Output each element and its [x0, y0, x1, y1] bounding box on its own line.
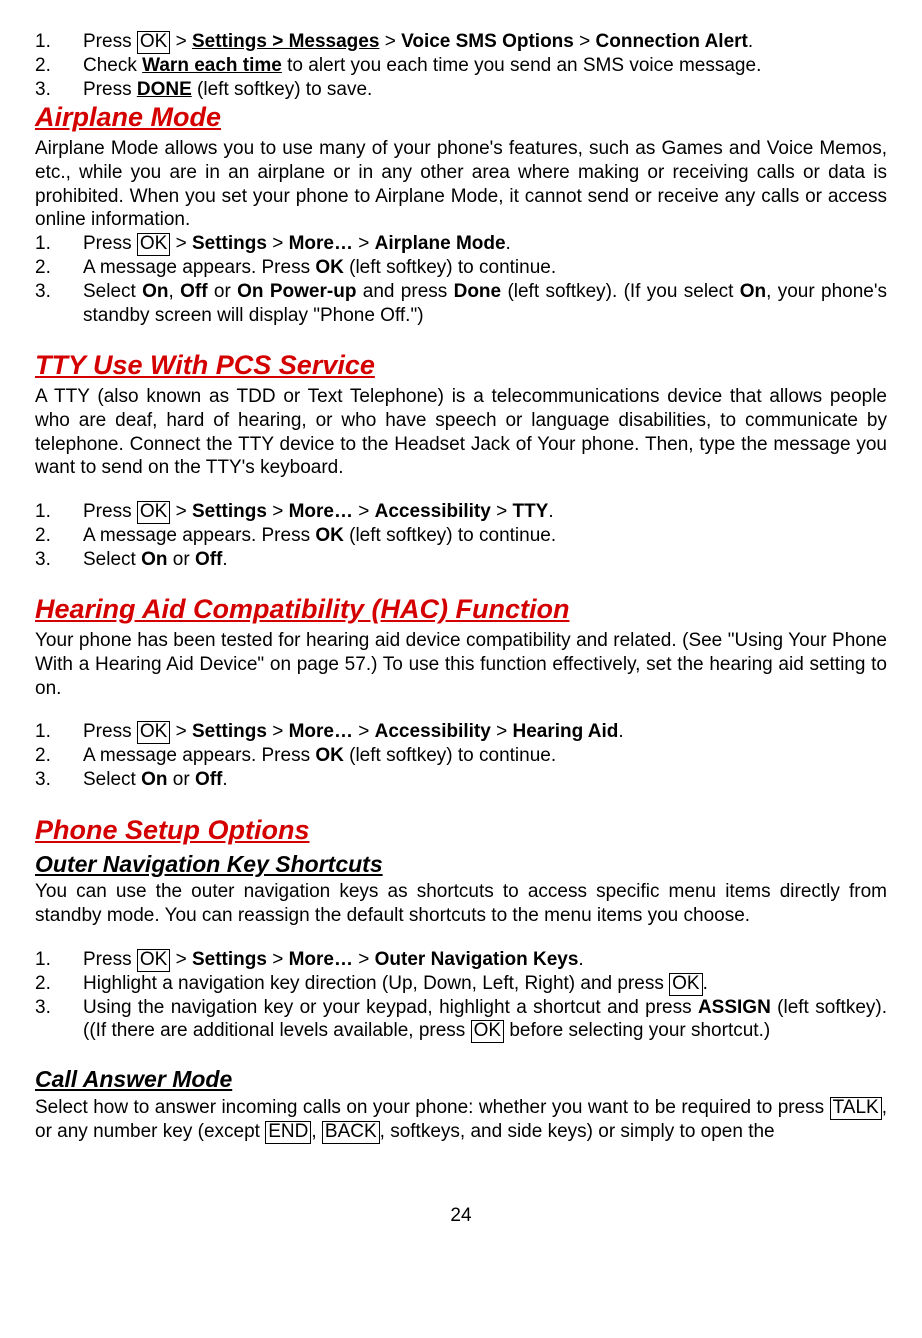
outer-nav-steps: Press OK > Settings > More… > Outer Navi… [35, 948, 887, 1043]
list-item: Select On, Off or On Power-up and press … [35, 280, 887, 328]
airplane-mode-para: Airplane Mode allows you to use many of … [35, 137, 887, 232]
list-item: A message appears. Press OK (left softke… [35, 256, 887, 280]
hac-para: Your phone has been tested for hearing a… [35, 629, 887, 700]
list-item: Highlight a navigation key direction (Up… [35, 972, 887, 996]
phone-setup-heading: Phone Setup Options [35, 814, 887, 848]
call-answer-subheading: Call Answer Mode [35, 1065, 887, 1094]
ok-key: OK [669, 973, 702, 996]
tty-steps: Press OK > Settings > More… > Accessibil… [35, 500, 887, 571]
list-item: Press OK > Settings > More… > Accessibil… [35, 720, 887, 744]
ok-key: OK [137, 721, 170, 744]
hac-heading: Hearing Aid Compatibility (HAC) Function [35, 593, 887, 627]
hac-steps: Press OK > Settings > More… > Accessibil… [35, 720, 887, 791]
tty-heading: TTY Use With PCS Service [35, 349, 887, 383]
list-item: A message appears. Press OK (left softke… [35, 744, 887, 768]
list-item: Press OK > Settings > More… > Outer Navi… [35, 948, 887, 972]
voice-sms-steps: Press OK > Settings > Messages > Voice S… [35, 30, 887, 101]
ok-key: OK [137, 233, 170, 256]
talk-key: TALK [830, 1097, 882, 1120]
list-item: Select On or Off. [35, 548, 887, 572]
call-answer-para: Select how to answer incoming calls on y… [35, 1096, 887, 1144]
list-item: A message appears. Press OK (left softke… [35, 524, 887, 548]
list-item: Check Warn each time to alert you each t… [35, 54, 887, 78]
ok-key: OK [137, 31, 170, 54]
list-item: Press OK > Settings > More… > Airplane M… [35, 232, 887, 256]
list-item: Using the navigation key or your keypad,… [35, 996, 887, 1044]
ok-key: OK [471, 1020, 504, 1043]
list-item: Press OK > Settings > More… > Accessibil… [35, 500, 887, 524]
back-key: BACK [322, 1121, 380, 1144]
list-item: Press OK > Settings > Messages > Voice S… [35, 30, 887, 54]
tty-para: A TTY (also known as TDD or Text Telepho… [35, 385, 887, 480]
outer-nav-subheading: Outer Navigation Key Shortcuts [35, 850, 887, 879]
outer-nav-para: You can use the outer navigation keys as… [35, 880, 887, 928]
page-number: 24 [35, 1204, 887, 1228]
airplane-steps: Press OK > Settings > More… > Airplane M… [35, 232, 887, 327]
list-item: Select On or Off. [35, 768, 887, 792]
ok-key: OK [137, 949, 170, 972]
ok-key: OK [137, 501, 170, 524]
list-item: Press DONE (left softkey) to save. [35, 78, 887, 102]
end-key: END [265, 1121, 311, 1144]
airplane-mode-heading: Airplane Mode [35, 101, 887, 135]
